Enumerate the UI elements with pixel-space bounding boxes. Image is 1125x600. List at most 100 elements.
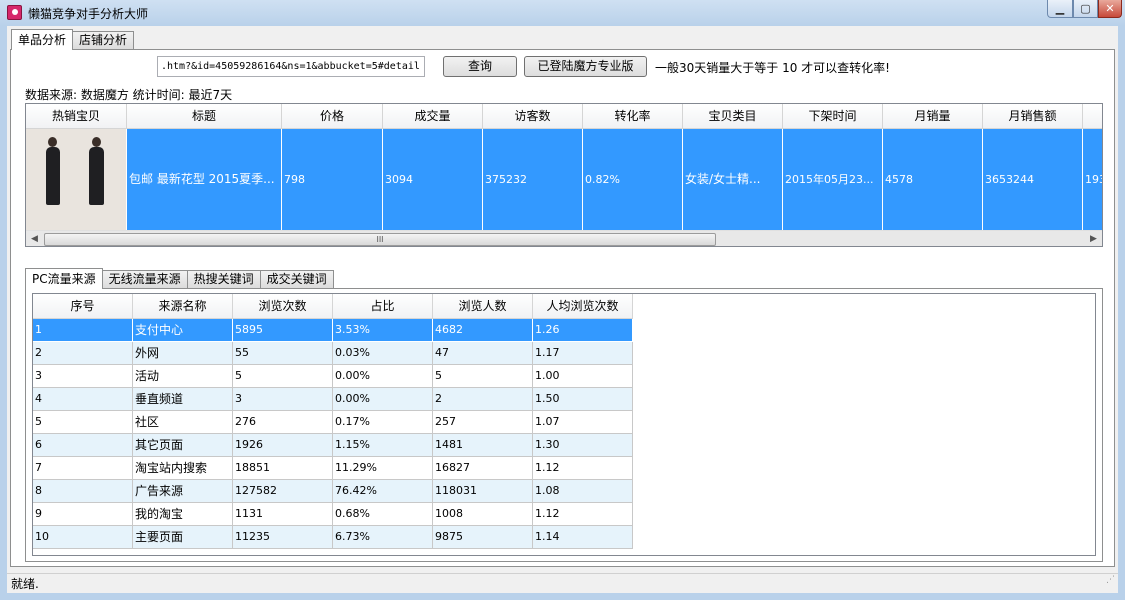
- scroll-right-icon[interactable]: ▶: [1085, 231, 1102, 246]
- cell-avg: 1.08: [533, 480, 633, 503]
- tab-hot-keywords[interactable]: 热搜关键词: [186, 270, 261, 288]
- column-header[interactable]: 月销售额: [983, 104, 1083, 129]
- cell-source: 广告来源: [133, 480, 233, 503]
- table-row[interactable]: 1 支付中心 5895 3.53% 4682 1.26: [33, 319, 1095, 342]
- column-header[interactable]: 月销量: [883, 104, 983, 129]
- cell-visitors: 375232: [483, 129, 583, 230]
- scroll-left-icon[interactable]: ◀: [26, 231, 43, 246]
- column-header[interactable]: 下架时间: [783, 104, 883, 129]
- cell-visitors: 1008: [433, 503, 533, 526]
- column-header[interactable]: 序号: [33, 294, 133, 319]
- cell-volume: 3094: [383, 129, 483, 230]
- column-header[interactable]: 宝贝类目: [683, 104, 783, 129]
- traffic-table: 序号 来源名称 浏览次数 占比 浏览人数 人均浏览次数 1 支付中心 5895 3.5…: [32, 293, 1096, 556]
- cell-category: 女装/女士精...: [683, 129, 783, 230]
- cell-price: 798: [282, 129, 383, 230]
- cell-source: 活动: [133, 365, 233, 388]
- table-row[interactable]: 2 外网 55 0.03% 47 1.17: [33, 342, 1095, 365]
- cell-index: 10: [33, 526, 133, 549]
- column-header[interactable]: 人均浏览次数: [533, 294, 633, 319]
- cell-share: 0.03%: [333, 342, 433, 365]
- scrollbar-thumb[interactable]: III: [44, 233, 716, 246]
- cell-views: 3: [233, 388, 333, 411]
- cell-views: 127582: [233, 480, 333, 503]
- resize-grip-icon[interactable]: ⋰: [1106, 570, 1115, 590]
- conversion-hint: 一般30天销量大于等于 10 才可以查转化率!: [655, 61, 890, 75]
- query-button[interactable]: 查询: [443, 56, 517, 77]
- table-row[interactable]: 8 广告来源 127582 76.42% 118031 1.08: [33, 480, 1095, 503]
- window-client: 单品分析 店铺分析 .htm?&id=45059286164&ns=1&abbu…: [7, 26, 1118, 593]
- column-header[interactable]: [1083, 104, 1102, 129]
- cell-visitors: 4682: [433, 319, 533, 342]
- column-header[interactable]: 浏览次数: [233, 294, 333, 319]
- cell-avg: 1.17: [533, 342, 633, 365]
- tab-deal-keywords[interactable]: 成交关键词: [259, 270, 334, 288]
- tab-pc-traffic[interactable]: PC流量来源: [25, 268, 103, 289]
- cell-views: 5: [233, 365, 333, 388]
- cell-avg: 1.14: [533, 526, 633, 549]
- maximize-button[interactable]: ▢: [1073, 0, 1098, 18]
- cell-index: 4: [33, 388, 133, 411]
- product-row[interactable]: 包邮 最新花型 2015夏季... 798 3094 375232 0.82% …: [26, 129, 1102, 230]
- cell-source: 淘宝站内搜索: [133, 457, 233, 480]
- close-button[interactable]: ✕: [1098, 0, 1122, 18]
- cell-share: 0.00%: [333, 365, 433, 388]
- traffic-table-header: 序号 来源名称 浏览次数 占比 浏览人数 人均浏览次数: [33, 294, 1095, 319]
- cell-share: 0.00%: [333, 388, 433, 411]
- traffic-table-body: 1 支付中心 5895 3.53% 4682 1.26 2 外网 55 0.03% 47 1.17 3 活…: [33, 319, 1095, 549]
- table-row[interactable]: 7 淘宝站内搜索 18851 11.29% 16827 1.12: [33, 457, 1095, 480]
- table-row[interactable]: 9 我的淘宝 1131 0.68% 1008 1.12: [33, 503, 1095, 526]
- table-row[interactable]: 5 社区 276 0.17% 257 1.07: [33, 411, 1095, 434]
- cell-share: 0.68%: [333, 503, 433, 526]
- cell-source: 垂直频道: [133, 388, 233, 411]
- status-text: 就绪.: [11, 577, 39, 591]
- cell-share: 11.29%: [333, 457, 433, 480]
- cell-views: 5895: [233, 319, 333, 342]
- title-bar: 懒猫竞争对手分析大师 ▁ ▢ ✕: [0, 0, 1125, 26]
- cell-index: 2: [33, 342, 133, 365]
- cell-source: 其它页面: [133, 434, 233, 457]
- column-header[interactable]: 热销宝贝: [26, 104, 127, 129]
- cell-index: 9: [33, 503, 133, 526]
- model-figure-right: [89, 147, 104, 205]
- column-header[interactable]: 访客数: [483, 104, 583, 129]
- cell-index: 3: [33, 365, 133, 388]
- cell-visitors: 47: [433, 342, 533, 365]
- column-header[interactable]: 占比: [333, 294, 433, 319]
- cell-avg: 1.00: [533, 365, 633, 388]
- table-row[interactable]: 4 垂直频道 3 0.00% 2 1.50: [33, 388, 1095, 411]
- minimize-button[interactable]: ▁: [1047, 0, 1073, 18]
- product-url-input[interactable]: .htm?&id=45059286164&ns=1&abbucket=5#det…: [157, 56, 425, 77]
- model-head-right: [92, 137, 101, 147]
- model-figure-left: [46, 147, 60, 205]
- table-row[interactable]: 10 主要页面 11235 6.73% 9875 1.14: [33, 526, 1095, 549]
- data-source-line: 数据来源: 数据魔方 统计时间: 最近7天: [25, 88, 233, 102]
- traffic-tab-strip: PC流量来源 无线流量来源 热搜关键词 成交关键词: [25, 268, 334, 289]
- tab-shop-analysis[interactable]: 店铺分析: [72, 31, 135, 49]
- cell-views: 11235: [233, 526, 333, 549]
- cell-avg: 1.26: [533, 319, 633, 342]
- product-table: 热销宝贝 标题 价格 成交量 访客数 转化率 宝贝类目 下架时间 月销量 月销售…: [25, 103, 1103, 247]
- cell-source: 主要页面: [133, 526, 233, 549]
- tab-single-product[interactable]: 单品分析: [11, 29, 74, 50]
- cell-views: 1926: [233, 434, 333, 457]
- cell-source: 社区: [133, 411, 233, 434]
- cell-avg: 1.50: [533, 388, 633, 411]
- cell-share: 1.15%: [333, 434, 433, 457]
- column-header[interactable]: 价格: [282, 104, 383, 129]
- cell-visitors: 2: [433, 388, 533, 411]
- horizontal-scrollbar[interactable]: ◀ III ▶: [26, 230, 1102, 246]
- column-header[interactable]: 标题: [127, 104, 282, 129]
- table-row[interactable]: 6 其它页面 1926 1.15% 1481 1.30: [33, 434, 1095, 457]
- column-header[interactable]: 来源名称: [133, 294, 233, 319]
- column-header[interactable]: 转化率: [583, 104, 683, 129]
- column-header[interactable]: 成交量: [383, 104, 483, 129]
- login-mofang-button[interactable]: 已登陆魔方专业版: [524, 56, 647, 77]
- main-tab-strip: 单品分析 店铺分析: [11, 29, 135, 50]
- cell-source: 外网: [133, 342, 233, 365]
- column-header[interactable]: 浏览人数: [433, 294, 533, 319]
- tab-wireless-traffic[interactable]: 无线流量来源: [101, 270, 188, 288]
- cell-visitors: 257: [433, 411, 533, 434]
- cell-share: 0.17%: [333, 411, 433, 434]
- table-row[interactable]: 3 活动 5 0.00% 5 1.00: [33, 365, 1095, 388]
